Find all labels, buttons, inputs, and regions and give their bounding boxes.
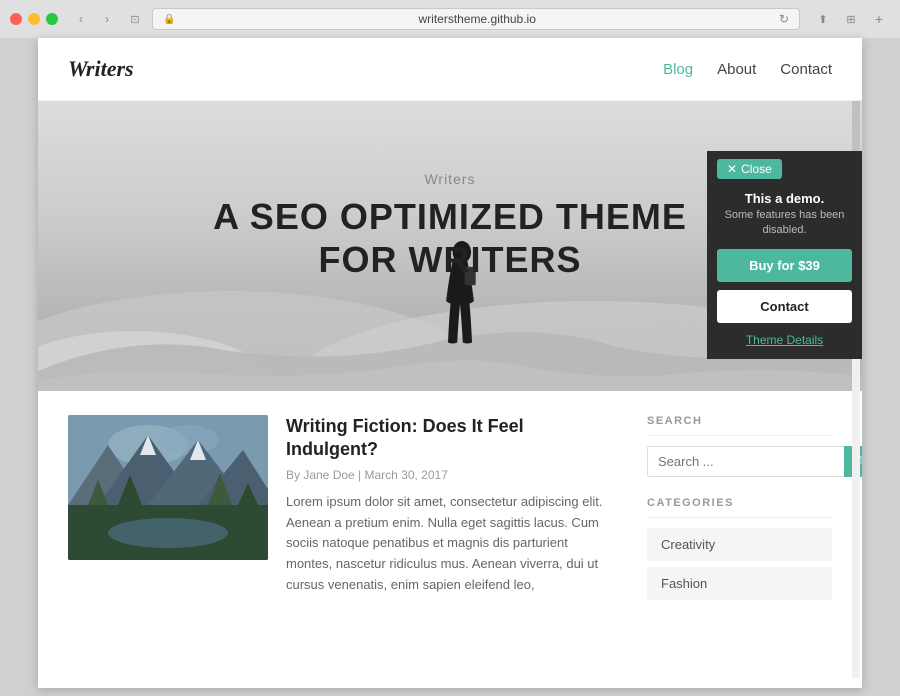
add-tab-button[interactable]: + (868, 10, 890, 28)
post-content: Writing Fiction: Does It Feel Indulgent?… (286, 415, 617, 596)
sidebar-search-section: SEARCH 🔍 (647, 415, 832, 477)
search-label: SEARCH (647, 415, 832, 436)
nav-about[interactable]: About (717, 61, 756, 78)
posts-area: Writing Fiction: Does It Feel Indulgent?… (68, 415, 617, 620)
refresh-button[interactable]: ↻ (779, 12, 789, 26)
site-header: Writers Blog About Contact (38, 38, 862, 101)
site-nav: Blog About Contact (663, 61, 832, 78)
traffic-lights (10, 13, 58, 25)
post-image-svg (68, 415, 268, 560)
nav-blog[interactable]: Blog (663, 61, 693, 78)
post-card: Writing Fiction: Does It Feel Indulgent?… (68, 415, 617, 596)
category-item[interactable]: Creativity (647, 528, 832, 561)
address-bar[interactable]: 🔒 writerstheme.github.io ↻ (152, 8, 800, 30)
popup-close-button[interactable]: ✕ Close (717, 159, 782, 179)
hero-subtitle: Writers (213, 171, 687, 187)
popup-title: This a demo. (707, 185, 862, 208)
post-image (68, 415, 268, 560)
nav-contact[interactable]: Contact (780, 61, 832, 78)
maximize-traffic-light[interactable] (46, 13, 58, 25)
post-meta: By Jane Doe | March 30, 2017 (286, 468, 617, 482)
demo-popup: ✕ Close This a demo. Some features has b… (707, 151, 862, 359)
hero-title: A SEO OPTIMIZED THEME FOR WRITERS (213, 195, 687, 281)
popup-buy-button[interactable]: Buy for $39 (717, 249, 852, 282)
popup-description: Some features has been disabled. (707, 208, 862, 249)
browser-chrome: ‹ › ⊡ 🔒 writerstheme.github.io ↻ ⬆ ⊞ + (0, 0, 900, 38)
search-input[interactable] (647, 446, 844, 477)
share-button[interactable]: ⬆ (812, 10, 834, 28)
categories-label: CATEGORIES (647, 497, 832, 518)
new-tab-button[interactable]: ⊞ (840, 10, 862, 28)
main-content: Writing Fiction: Does It Feel Indulgent?… (38, 391, 862, 644)
post-title[interactable]: Writing Fiction: Does It Feel Indulgent? (286, 415, 617, 462)
close-x-icon: ✕ (727, 162, 737, 176)
lock-icon: 🔒 (163, 14, 175, 25)
back-button[interactable]: ‹ (70, 10, 92, 28)
popup-contact-button[interactable]: Contact (717, 290, 852, 323)
site-logo[interactable]: Writers (68, 56, 134, 82)
close-traffic-light[interactable] (10, 13, 22, 25)
search-box: 🔍 (647, 446, 832, 477)
forward-button[interactable]: › (96, 10, 118, 28)
sidebar-categories-section: CATEGORIES Creativity Fashion (647, 497, 832, 600)
popup-theme-link[interactable]: Theme Details (707, 333, 862, 347)
reader-button[interactable]: ⊡ (124, 10, 146, 28)
sidebar: SEARCH 🔍 CATEGORIES Creativity Fashion (647, 415, 832, 620)
hero-content: Writers A SEO OPTIMIZED THEME FOR WRITER… (213, 171, 687, 281)
hero-section: Writers A SEO OPTIMIZED THEME FOR WRITER… (38, 101, 862, 391)
post-excerpt: Lorem ipsum dolor sit amet, consectetur … (286, 492, 617, 596)
minimize-traffic-light[interactable] (28, 13, 40, 25)
website-container: Writers Blog About Contact (38, 38, 862, 688)
category-item[interactable]: Fashion (647, 567, 832, 600)
url-text: writerstheme.github.io (181, 12, 772, 26)
